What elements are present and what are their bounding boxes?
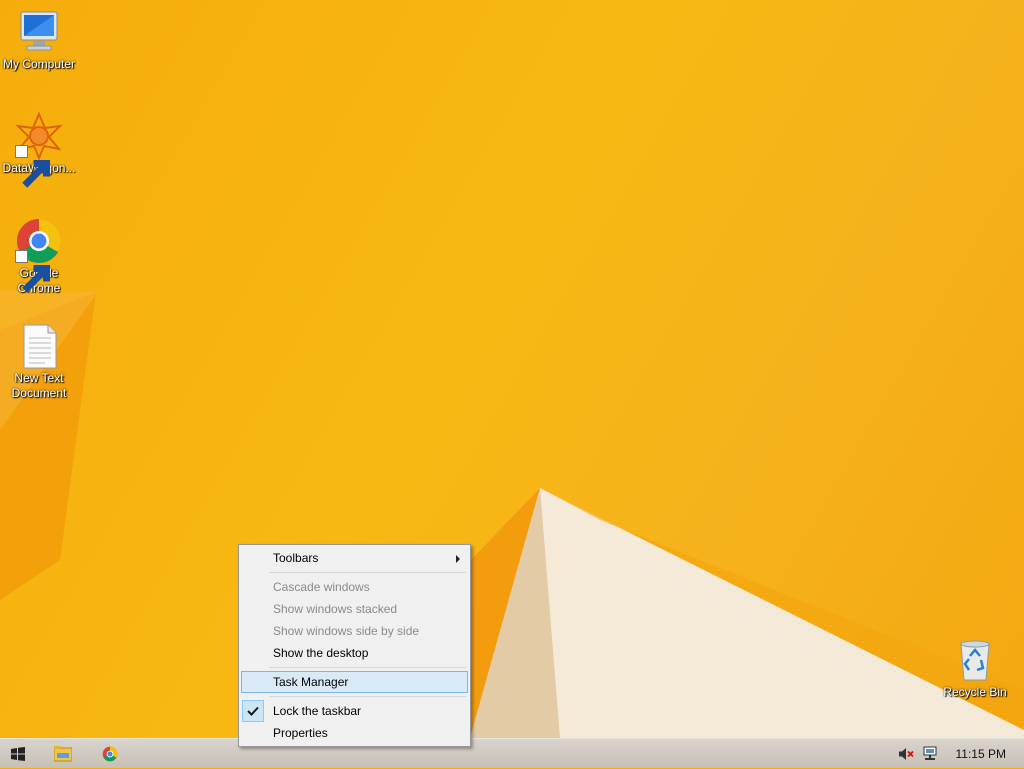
computer-icon: [15, 8, 63, 56]
desktop-icon-google-chrome[interactable]: Google Chrome: [0, 217, 78, 296]
windows-logo-icon: [11, 747, 25, 761]
desktop[interactable]: My Computer DataWagon... Google Chrome N…: [0, 0, 1024, 738]
tray-volume-button[interactable]: [896, 739, 916, 769]
menu-item-label: Toolbars: [273, 551, 319, 565]
file-explorer-icon: [54, 746, 72, 762]
menu-item-label: Show windows side by side: [273, 624, 420, 638]
desktop-icon-label: Recycle Bin: [943, 685, 1007, 699]
desktop-icon-label: New Text Document: [11, 371, 67, 400]
menu-item-label: Properties: [273, 726, 328, 740]
menu-item-label: Lock the taskbar: [273, 704, 362, 718]
menu-item-task-manager[interactable]: Task Manager: [241, 671, 468, 693]
menu-item-cascade-windows[interactable]: Cascade windows: [241, 576, 468, 598]
shortcut-arrow-icon: [15, 145, 51, 188]
menu-item-lock-the-taskbar[interactable]: Lock the taskbar: [241, 700, 468, 722]
shortcut-arrow-icon: [15, 250, 51, 293]
menu-item-toolbars[interactable]: Toolbars: [241, 547, 468, 569]
tray-network-button[interactable]: [920, 739, 940, 769]
desktop-icon-recycle-bin[interactable]: Recycle Bin: [936, 636, 1014, 700]
network-icon: [923, 746, 937, 760]
volume-muted-icon: [899, 748, 914, 760]
datawagon-icon: [15, 111, 63, 188]
menu-item-show-windows-side-by-side[interactable]: Show windows side by side: [241, 620, 468, 642]
menu-separator: [269, 667, 466, 668]
text-document-icon: [15, 322, 63, 370]
menu-item-label: Cascade windows: [273, 580, 370, 594]
taskbar[interactable]: 11:15 PM: [0, 738, 1024, 768]
desktop-icon-datawagon[interactable]: DataWagon...: [0, 111, 78, 188]
checkmark-icon: [242, 700, 264, 722]
menu-item-label: Show windows stacked: [273, 602, 398, 616]
chrome-icon: [102, 746, 118, 762]
menu-item-label: Task Manager: [273, 675, 349, 689]
start-button[interactable]: [4, 739, 32, 769]
taskbar-file-explorer-button[interactable]: [46, 739, 80, 769]
desktop-icon-my-computer[interactable]: My Computer: [0, 8, 78, 72]
taskbar-chrome-button[interactable]: [94, 739, 126, 769]
menu-item-show-the-desktop[interactable]: Show the desktop: [241, 642, 468, 664]
menu-separator: [269, 572, 466, 573]
desktop-icon-label: My Computer: [2, 57, 76, 71]
chrome-icon: [15, 217, 63, 293]
menu-item-show-windows-stacked[interactable]: Show windows stacked: [241, 598, 468, 620]
recycle-bin-icon: [951, 636, 999, 684]
taskbar-clock[interactable]: 11:15 PM: [956, 747, 1006, 761]
submenu-arrow-icon: [456, 555, 460, 563]
wallpaper: [0, 290, 1024, 738]
menu-separator: [269, 696, 466, 697]
menu-item-properties[interactable]: Properties: [241, 722, 468, 744]
desktop-icon-new-text-document[interactable]: New Text Document: [0, 322, 78, 401]
menu-item-label: Show the desktop: [273, 646, 369, 660]
taskbar-context-menu: Toolbars Cascade windows Show windows st…: [238, 544, 471, 747]
